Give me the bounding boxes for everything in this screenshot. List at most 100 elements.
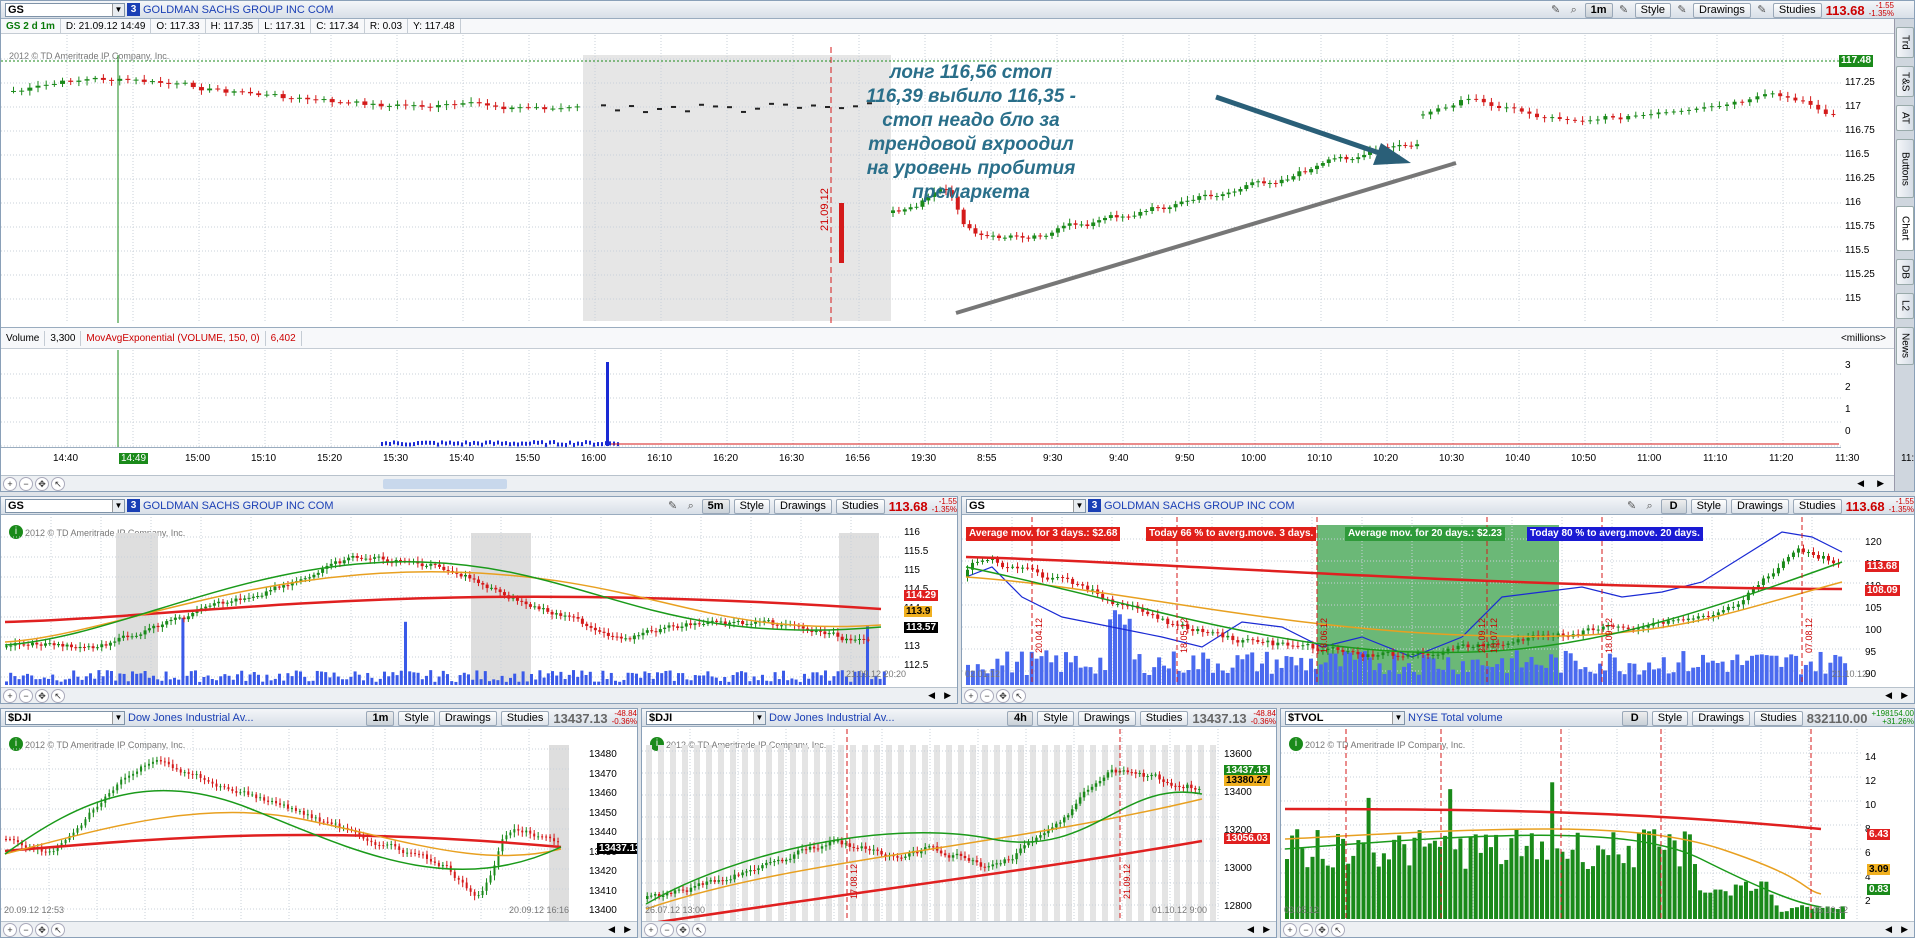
gsd-timeframe-button[interactable]: D xyxy=(1660,498,1687,514)
scroll-right-icon[interactable]: ▶ xyxy=(1901,690,1908,701)
tvol-style-button[interactable]: Style xyxy=(1651,710,1689,726)
wrench-icon[interactable]: ✎ xyxy=(666,499,680,513)
zoom-in-icon[interactable]: + xyxy=(3,688,17,703)
zoom-in-icon[interactable]: + xyxy=(3,922,17,937)
cursor-icon[interactable]: ↖ xyxy=(51,922,65,937)
pan-icon[interactable]: ✥ xyxy=(35,688,49,703)
tvol-timeframe-button[interactable]: D xyxy=(1621,710,1648,726)
scroll-right-icon[interactable]: ▶ xyxy=(1901,924,1908,935)
gsd-style-button[interactable]: Style xyxy=(1690,498,1728,514)
chevron-down-icon[interactable]: ▼ xyxy=(112,711,124,724)
sidebar-tab-chart[interactable]: Chart xyxy=(1896,206,1914,251)
sidebar-tab-at[interactable]: AT xyxy=(1896,105,1914,131)
magnifier-icon[interactable]: ⌕ xyxy=(1567,3,1581,17)
zoom-in-icon[interactable]: + xyxy=(3,476,17,491)
chevron-down-icon[interactable]: ▼ xyxy=(112,3,124,16)
candle-candle xyxy=(1091,222,1096,227)
scroll-right-icon[interactable]: ▶ xyxy=(1263,924,1270,935)
gs5-drawings-button[interactable]: Drawings xyxy=(774,498,832,514)
gsd-studies-button[interactable]: Studies xyxy=(1792,498,1842,514)
zoom-out-icon[interactable]: − xyxy=(19,922,33,937)
zoom-in-icon[interactable]: + xyxy=(964,688,978,703)
gs5-style-button[interactable]: Style xyxy=(733,498,771,514)
zoom-out-icon[interactable]: − xyxy=(1299,922,1313,937)
chevron-down-icon[interactable]: ▼ xyxy=(753,711,765,724)
sidebar-tab-news[interactable]: News xyxy=(1896,327,1914,365)
cursor-icon[interactable]: ↖ xyxy=(1331,922,1345,937)
cursor-icon[interactable]: ↖ xyxy=(692,922,706,937)
sidebar-tab-db[interactable]: DB xyxy=(1896,259,1914,285)
zoom-in-icon[interactable]: + xyxy=(644,922,658,937)
cursor-icon[interactable]: ↖ xyxy=(51,476,65,491)
zoom-out-icon[interactable]: − xyxy=(19,688,33,703)
scroll-left-icon[interactable]: ◀ xyxy=(1857,478,1864,489)
sidebar-tab-buttons[interactable]: Buttons xyxy=(1896,139,1914,198)
scroll-left-icon[interactable]: ◀ xyxy=(1885,924,1892,935)
dji1-price-chart[interactable] xyxy=(1,729,571,921)
timeframe-button[interactable]: 1m xyxy=(1584,2,1613,18)
sidebar-tab-l[interactable]: L2 xyxy=(1896,293,1914,319)
dji4-price-chart[interactable] xyxy=(642,729,1220,921)
symbol-input[interactable]: GS ▼ xyxy=(5,2,125,17)
pan-icon[interactable]: ✥ xyxy=(35,476,49,491)
gsd-price-chart[interactable] xyxy=(962,517,1862,685)
zoom-out-icon[interactable]: − xyxy=(660,922,674,937)
cursor-icon[interactable]: ↖ xyxy=(51,688,65,703)
dji1-timeframe-button[interactable]: 1m xyxy=(366,710,395,726)
candle-candle xyxy=(1649,114,1653,116)
zoom-out-icon[interactable]: − xyxy=(19,476,33,491)
sidebar-tab-ts[interactable]: T&S xyxy=(1896,66,1914,97)
gsd-symbol-input[interactable]: GS ▼ xyxy=(966,498,1086,513)
dji4-symbol-input[interactable]: $DJI ▼ xyxy=(646,710,766,725)
dji1-symbol-input[interactable]: $DJI ▼ xyxy=(5,710,125,725)
pan-icon[interactable]: ✥ xyxy=(1315,922,1329,937)
dji1-style-button[interactable]: Style xyxy=(398,710,435,726)
drawings-button[interactable]: Drawings xyxy=(1693,2,1751,18)
scroll-left-icon[interactable]: ◀ xyxy=(1247,924,1254,935)
gs5-link-group[interactable]: 3 xyxy=(127,499,140,512)
wrench-icon[interactable]: ✎ xyxy=(1549,3,1563,17)
wrench-icon[interactable]: ✎ xyxy=(1625,499,1639,513)
scroll-right-icon[interactable]: ▶ xyxy=(624,924,631,935)
volume-bar xyxy=(1713,889,1718,919)
tvol-studies-button[interactable]: Studies xyxy=(1754,710,1803,726)
tvol-symbol-input[interactable]: $TVOL ▼ xyxy=(1285,710,1405,725)
gs5-symbol-input[interactable]: GS ▼ xyxy=(5,498,125,513)
zoom-out-icon[interactable]: − xyxy=(980,688,994,703)
chevron-down-icon[interactable]: ▼ xyxy=(1392,711,1404,724)
magnifier-icon[interactable]: ⌕ xyxy=(684,499,698,513)
scroll-left-icon[interactable]: ◀ xyxy=(608,924,615,935)
chevron-down-icon[interactable]: ▼ xyxy=(112,499,124,512)
gsd-link-group[interactable]: 3 xyxy=(1088,499,1101,512)
dji4-studies-button[interactable]: Studies xyxy=(1139,710,1189,726)
volume-study[interactable]: MovAvgExponential (VOLUME, 150, 0) xyxy=(81,330,266,346)
pan-icon[interactable]: ✥ xyxy=(676,922,690,937)
tvol-drawings-button[interactable]: Drawings xyxy=(1692,710,1751,726)
magnifier-icon[interactable]: ⌕ xyxy=(1643,499,1657,513)
studies-button[interactable]: Studies xyxy=(1772,2,1822,18)
gs5-price-chart[interactable] xyxy=(1,517,901,685)
gs5-studies-button[interactable]: Studies xyxy=(835,498,885,514)
dji4-drawings-button[interactable]: Drawings xyxy=(1077,710,1136,726)
scroll-right-icon[interactable]: ▶ xyxy=(944,690,951,701)
style-button[interactable]: Style xyxy=(1634,2,1672,18)
horizontal-scrollbar[interactable] xyxy=(383,479,507,489)
dji1-drawings-button[interactable]: Drawings xyxy=(438,710,497,726)
gsd-drawings-button[interactable]: Drawings xyxy=(1731,498,1789,514)
link-group-badge[interactable]: 3 xyxy=(127,3,140,16)
dji4-style-button[interactable]: Style xyxy=(1037,710,1074,726)
scroll-left-icon[interactable]: ◀ xyxy=(1885,690,1892,701)
dji4-timeframe-button[interactable]: 4h xyxy=(1007,710,1034,726)
pan-icon[interactable]: ✥ xyxy=(35,922,49,937)
volume-chart[interactable] xyxy=(1,350,1841,447)
scroll-left-icon[interactable]: ◀ xyxy=(928,690,935,701)
pan-icon[interactable]: ✥ xyxy=(996,688,1010,703)
gs5-timeframe-button[interactable]: 5m xyxy=(701,498,730,514)
sidebar-tab-trd[interactable]: Trd xyxy=(1896,27,1914,58)
chevron-down-icon[interactable]: ▼ xyxy=(1073,499,1085,512)
tvol-volume-chart[interactable] xyxy=(1281,729,1861,921)
cursor-icon[interactable]: ↖ xyxy=(1012,688,1026,703)
dji1-studies-button[interactable]: Studies xyxy=(500,710,550,726)
scroll-right-icon[interactable]: ▶ xyxy=(1877,478,1884,489)
zoom-in-icon[interactable]: + xyxy=(1283,922,1297,937)
